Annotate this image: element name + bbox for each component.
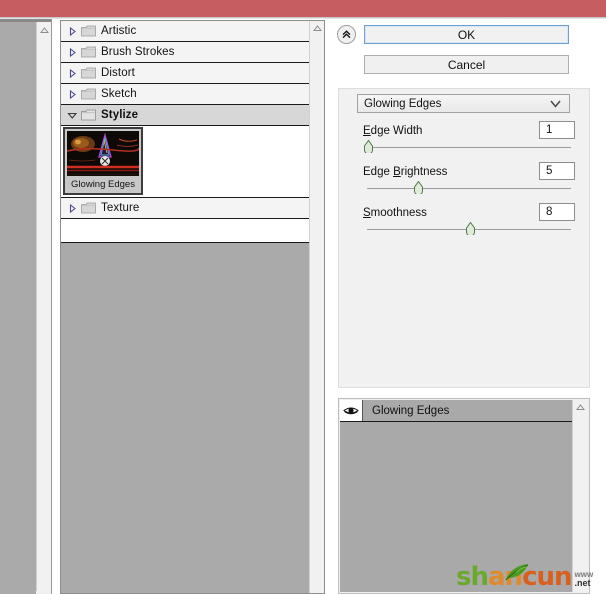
chevron-right-icon[interactable] xyxy=(66,67,79,80)
wm-letter: n xyxy=(554,562,572,592)
preview-vertical-scrollbar[interactable] xyxy=(36,22,51,591)
slider-value-smoothness[interactable]: 8 xyxy=(539,203,575,221)
folder-icon xyxy=(81,46,96,58)
accel-letter: E xyxy=(363,125,371,137)
category-label: Stylize xyxy=(101,109,139,121)
watermark: shancun www .net xyxy=(456,556,602,590)
double-chevron-up-icon xyxy=(342,30,351,39)
slider-value-edge-brightness[interactable]: 5 xyxy=(539,162,575,180)
filter-parameters-panel: Glowing Edges Edge Width 1 Edge Brightne… xyxy=(338,88,590,388)
label-rest: moothness xyxy=(370,207,427,219)
slider-label-smoothness: Smoothness xyxy=(363,207,427,219)
filter-thumbnail-label: Glowing Edges xyxy=(71,179,135,190)
preview-canvas[interactable] xyxy=(0,22,36,594)
collapse-panel-button[interactable] xyxy=(337,25,356,44)
slider-label-edge-brightness: Edge Brightness xyxy=(363,166,447,178)
accel-letter: B xyxy=(393,166,401,178)
eye-icon xyxy=(343,407,359,415)
filter-category-pane: Artistic Brush Strokes Distort Sketch St… xyxy=(60,20,325,594)
wm-letter: s xyxy=(456,562,472,592)
gallery-vertical-scrollbar[interactable] xyxy=(309,21,324,593)
category-label: Sketch xyxy=(101,88,137,100)
folder-icon xyxy=(81,88,96,100)
chevron-right-icon[interactable] xyxy=(66,202,79,215)
cancel-button[interactable]: Cancel xyxy=(364,55,569,74)
filter-category-list: Artistic Brush Strokes Distort Sketch St… xyxy=(61,21,309,219)
scroll-up-arrow-icon[interactable] xyxy=(37,22,52,38)
filter-thumbnail-glowing-edges[interactable]: Glowing Edges xyxy=(63,127,143,195)
chevron-right-icon[interactable] xyxy=(66,88,79,101)
applied-filter-row[interactable]: Glowing Edges xyxy=(340,400,573,422)
filter-thumbnail-area: Glowing Edges xyxy=(61,126,309,198)
watermark-domain: www .net xyxy=(575,570,594,588)
window-titlebar xyxy=(0,0,606,17)
folder-icon xyxy=(81,67,96,79)
applied-filter-label: Glowing Edges xyxy=(372,404,450,417)
slider-value-edge-width[interactable]: 1 xyxy=(539,121,575,139)
category-row-stylize[interactable]: Stylize xyxy=(61,105,309,126)
leaf-icon xyxy=(502,562,532,585)
category-row-distort[interactable]: Distort xyxy=(61,63,309,84)
preview-pane xyxy=(0,19,52,594)
scroll-up-arrow-icon[interactable] xyxy=(310,21,325,36)
label-prefix: Edge xyxy=(363,166,394,178)
filter-thumbnail-image xyxy=(67,131,139,176)
folder-open-icon xyxy=(81,109,96,121)
slider-track-edge-brightness[interactable] xyxy=(367,188,571,189)
folder-icon xyxy=(81,202,96,214)
gallery-empty-area xyxy=(61,242,309,593)
wm-letter: u xyxy=(536,562,554,592)
category-row-sketch[interactable]: Sketch xyxy=(61,84,309,105)
category-row-texture[interactable]: Texture xyxy=(61,198,309,219)
scroll-up-arrow-icon[interactable] xyxy=(573,400,588,415)
category-label: Brush Strokes xyxy=(101,46,175,58)
category-label: Artistic xyxy=(101,25,137,37)
category-row-brush-strokes[interactable]: Brush Strokes xyxy=(61,42,309,63)
slider-thumb-edge-brightness[interactable] xyxy=(413,180,424,196)
accel-letter: S xyxy=(363,207,371,219)
slider-thumb-smoothness[interactable] xyxy=(465,221,476,237)
wm-letter: h xyxy=(470,562,488,592)
watermark-net: .net xyxy=(574,578,591,588)
slider-track-edge-width[interactable] xyxy=(367,147,571,148)
folder-icon xyxy=(81,25,96,37)
filter-select-dropdown[interactable]: Glowing Edges xyxy=(357,94,570,113)
category-row-artistic[interactable]: Artistic xyxy=(61,21,309,42)
visibility-toggle[interactable] xyxy=(340,400,363,421)
label-rest: rightness xyxy=(400,166,448,178)
chevron-right-icon[interactable] xyxy=(66,46,79,59)
chevron-right-icon[interactable] xyxy=(66,25,79,38)
slider-label-edge-width: Edge Width xyxy=(363,125,422,137)
chevron-down-icon[interactable] xyxy=(549,99,562,112)
category-label: Distort xyxy=(101,67,135,79)
category-label: Texture xyxy=(101,202,140,214)
titlebar-shadow xyxy=(0,17,606,19)
slider-thumb-edge-width[interactable] xyxy=(363,139,374,155)
chevron-down-icon[interactable] xyxy=(66,109,79,122)
label-rest: dge Width xyxy=(370,125,423,137)
ok-button[interactable]: OK xyxy=(364,25,569,44)
filter-select-value: Glowing Edges xyxy=(364,97,442,110)
